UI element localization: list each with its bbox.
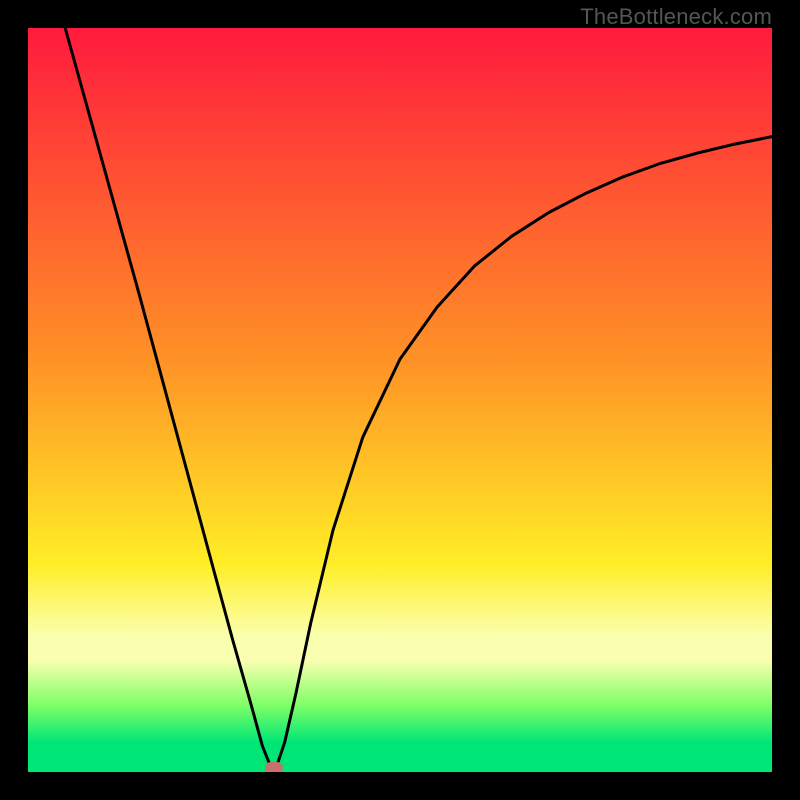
chart-frame bbox=[28, 28, 772, 772]
watermark-text: TheBottleneck.com bbox=[580, 4, 772, 30]
bottleneck-curve bbox=[28, 28, 772, 772]
optimal-point-marker bbox=[265, 762, 283, 772]
